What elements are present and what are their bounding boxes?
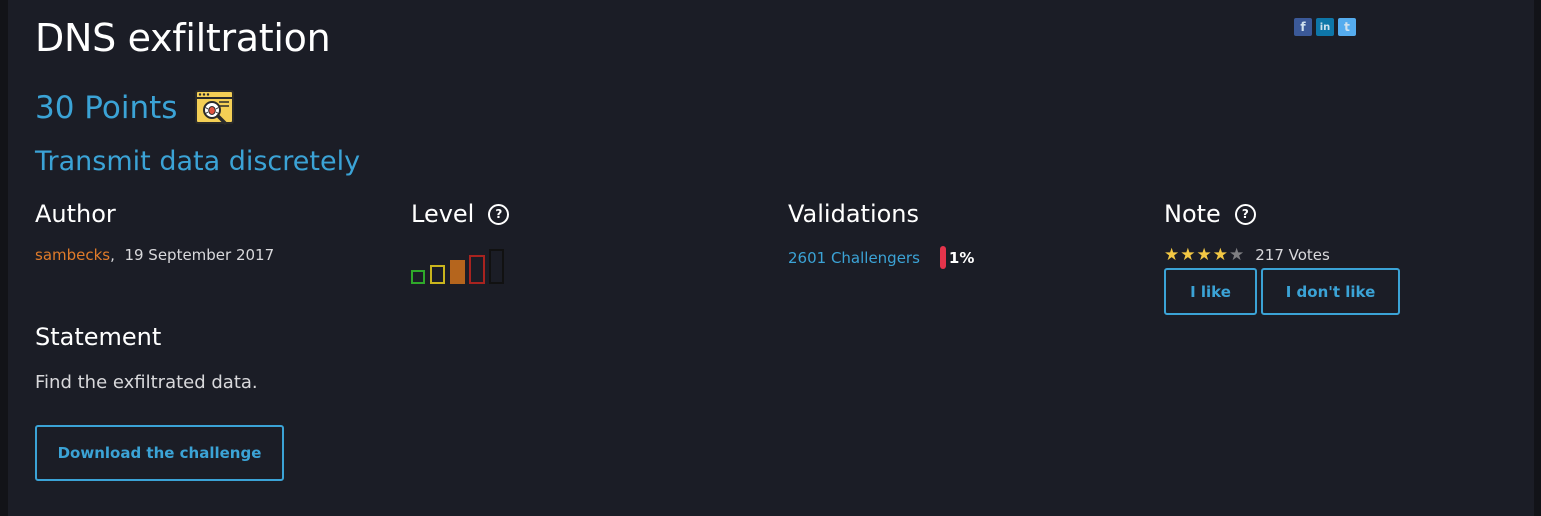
like-button[interactable]: I like: [1164, 268, 1257, 315]
votes-count: 217 Votes: [1255, 246, 1330, 264]
level-box-5: [489, 249, 504, 284]
points-row: 30 Points: [35, 88, 235, 128]
twitter-icon[interactable]: t: [1338, 18, 1356, 36]
statement-heading: Statement: [35, 323, 162, 351]
download-challenge-button[interactable]: Download the challenge: [35, 425, 284, 481]
validations-line: 2601 Challengers 1%: [788, 246, 974, 269]
author-heading: Author: [35, 200, 116, 228]
star-icon: ★: [1196, 244, 1212, 265]
level-heading: Level ?: [411, 200, 510, 228]
level-indicator: [411, 244, 511, 284]
star-icon: ★: [1212, 244, 1228, 265]
level-box-1: [411, 270, 425, 284]
validation-percent: 1%: [948, 248, 975, 267]
social-share: f in t: [1294, 18, 1356, 36]
challenge-panel: DNS exfiltration f in t 30 Points Transm…: [8, 0, 1534, 516]
rating-line: ★ ★ ★ ★ ★ 217 Votes: [1164, 246, 1330, 264]
level-help-icon[interactable]: ?: [488, 203, 510, 225]
validations-heading: Validations: [788, 200, 920, 228]
author-line: sambecks, 19 September 2017: [35, 246, 275, 264]
dislike-button[interactable]: I don't like: [1261, 268, 1400, 315]
facebook-icon[interactable]: f: [1294, 18, 1312, 36]
validation-rate-bar: [939, 246, 946, 269]
note-help-icon[interactable]: ?: [1234, 203, 1256, 225]
level-box-3: [450, 260, 465, 284]
star-icon: ★: [1180, 244, 1196, 265]
star-icon: ★: [1164, 244, 1180, 265]
network-bug-inspect-icon: [195, 90, 235, 125]
author-name-link[interactable]: sambecks: [35, 246, 110, 264]
statement-text: Find the exfiltrated data.: [35, 372, 258, 393]
author-date: 19 September 2017: [124, 246, 275, 264]
points-value: 30 Points: [35, 90, 178, 126]
linkedin-icon[interactable]: in: [1316, 18, 1334, 36]
challenge-title: DNS exfiltration: [35, 16, 331, 60]
challenge-subtitle: Transmit data discretely: [35, 146, 361, 177]
level-box-4: [469, 255, 485, 284]
level-box-2: [430, 265, 445, 284]
star-empty-icon: ★: [1229, 244, 1245, 265]
challengers-link[interactable]: 2601 Challengers: [788, 249, 920, 267]
note-heading: Note ?: [1164, 200, 1256, 228]
